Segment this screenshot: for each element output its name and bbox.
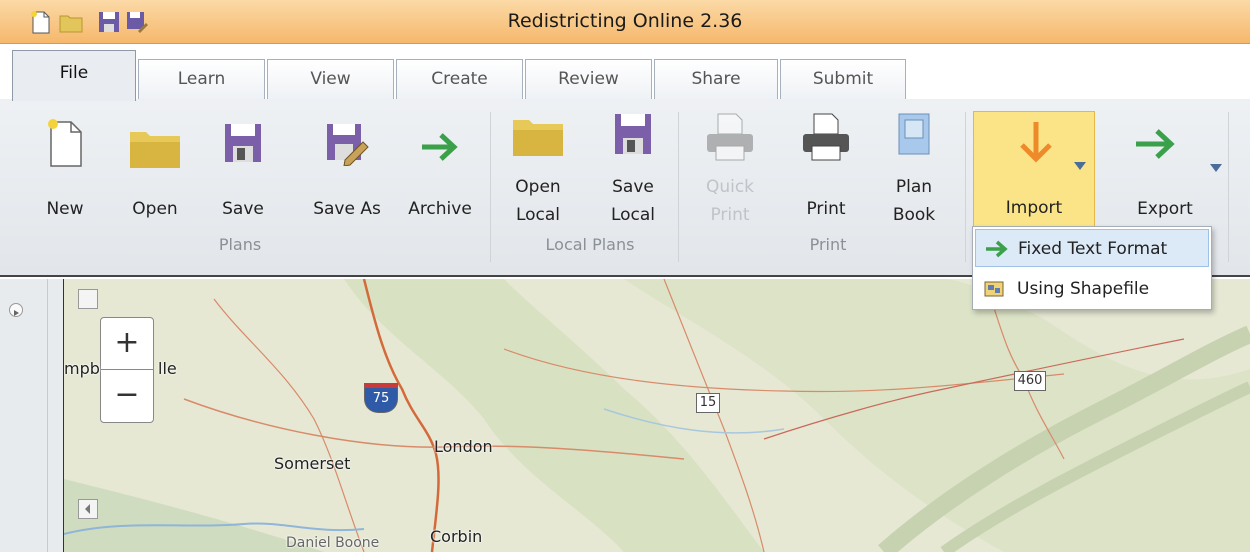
- divider: [47, 279, 48, 552]
- save-label: Save: [222, 199, 264, 219]
- printer-icon: [803, 113, 849, 161]
- app-window: Redistricting Online 2.36 File Learn Vie…: [0, 0, 1250, 552]
- us-15-shield: 15: [696, 393, 720, 413]
- group-separator: [1228, 112, 1229, 262]
- floppy-disk-icon: [615, 114, 651, 154]
- map-view[interactable]: + − mpb lle Somerset London Corbin Danie…: [64, 279, 1250, 552]
- menu-item-label: Fixed Text Format: [1018, 239, 1168, 259]
- open-local-button[interactable]: Open Local: [503, 112, 573, 228]
- map-label-corbin: Corbin: [430, 527, 483, 546]
- menu-item-label: Using Shapefile: [1017, 279, 1150, 299]
- import-label: Import: [1005, 198, 1063, 218]
- green-arrow-icon: [986, 240, 1008, 258]
- export-label: Export: [1137, 199, 1193, 219]
- group-separator: [965, 112, 966, 262]
- map-label-somerset: Somerset: [274, 454, 351, 473]
- play-icon: [14, 310, 19, 316]
- tab-learn[interactable]: Learn: [138, 59, 265, 100]
- us-460-shield: 460: [1014, 371, 1046, 391]
- orange-down-arrow-icon: [1020, 122, 1052, 163]
- save-as-label: Save As: [313, 199, 381, 219]
- plan-book-label-2: Book: [892, 205, 936, 225]
- map-basemap: [64, 279, 1250, 552]
- group-label-local-plans: Local Plans: [545, 235, 635, 254]
- menu-item-fixed-text-format[interactable]: Fixed Text Format: [975, 229, 1209, 267]
- green-arrow-icon: [1136, 129, 1176, 159]
- fullscreen-toggle[interactable]: [78, 289, 98, 309]
- tab-create[interactable]: Create: [396, 59, 523, 100]
- interstate-75-shield: 75: [364, 383, 398, 413]
- dropdown-arrow-icon: [1074, 162, 1086, 170]
- pan-left-button[interactable]: [78, 499, 98, 519]
- quick-print-button[interactable]: Quick Print: [690, 112, 770, 228]
- group-label-plans: Plans: [218, 235, 262, 254]
- save-local-button[interactable]: Save Local: [598, 112, 668, 228]
- side-panel-strip: [0, 279, 64, 552]
- zoom-control: + −: [100, 317, 154, 423]
- plan-book-button[interactable]: Plan Book: [884, 112, 944, 228]
- save-as-button[interactable]: Save As: [306, 112, 388, 222]
- map-label-london: London: [434, 437, 493, 456]
- open-local-label-1: Open: [515, 177, 561, 197]
- title-bar: Redistricting Online 2.36: [0, 0, 1250, 44]
- save-local-label-2: Local: [610, 205, 656, 225]
- archive-button[interactable]: Archive: [402, 112, 478, 222]
- plan-book-label-1: Plan: [895, 177, 933, 197]
- print-button[interactable]: Print: [788, 112, 864, 222]
- folder-icon: [513, 120, 563, 156]
- quick-print-label-2: Print: [710, 205, 750, 225]
- import-menu: Fixed Text Format Using Shapefile: [972, 226, 1212, 310]
- zoom-in-button[interactable]: +: [101, 318, 153, 370]
- export-button[interactable]: Export: [1105, 112, 1225, 222]
- save-as-icon: [327, 124, 369, 166]
- save-button[interactable]: Save: [210, 112, 276, 222]
- quick-print-label-1: Quick: [705, 177, 755, 197]
- expand-panel-button[interactable]: [9, 303, 23, 317]
- new-button[interactable]: New: [30, 112, 100, 222]
- tab-review[interactable]: Review: [525, 59, 652, 100]
- map-label-daniel-boone: Daniel Boone: [286, 535, 380, 551]
- tab-share[interactable]: Share: [654, 59, 778, 100]
- map-label: lle: [158, 359, 177, 378]
- group-separator: [678, 112, 679, 262]
- tab-file[interactable]: File: [12, 50, 136, 101]
- tab-view[interactable]: View: [267, 59, 394, 100]
- chevron-left-icon: [85, 504, 90, 514]
- group-separator: [490, 112, 491, 262]
- open-button[interactable]: Open: [120, 112, 190, 222]
- map-label: mpb: [64, 359, 100, 378]
- dropdown-arrow-icon: [1210, 164, 1222, 172]
- shapefile-icon: [984, 281, 1004, 297]
- archive-label: Archive: [408, 199, 472, 219]
- group-label-print: Print: [809, 235, 847, 254]
- green-arrow-icon: [422, 133, 458, 161]
- save-local-label-1: Save: [612, 177, 654, 197]
- new-document-icon: [48, 119, 82, 167]
- import-button[interactable]: Import: [973, 111, 1095, 227]
- ribbon-tabs: File Learn View Create Review Share Subm…: [0, 44, 1250, 101]
- folder-icon: [130, 132, 180, 168]
- floppy-disk-icon: [225, 124, 261, 162]
- printer-icon: [707, 113, 753, 161]
- tab-submit[interactable]: Submit: [780, 59, 906, 100]
- open-label: Open: [132, 199, 178, 219]
- open-local-label-2: Local: [515, 205, 561, 225]
- menu-item-using-shapefile[interactable]: Using Shapefile: [975, 270, 1209, 308]
- new-label: New: [46, 199, 84, 219]
- window-title: Redistricting Online 2.36: [507, 10, 743, 32]
- print-label: Print: [806, 199, 846, 219]
- zoom-out-button[interactable]: −: [101, 370, 153, 422]
- plan-book-icon: [898, 113, 930, 155]
